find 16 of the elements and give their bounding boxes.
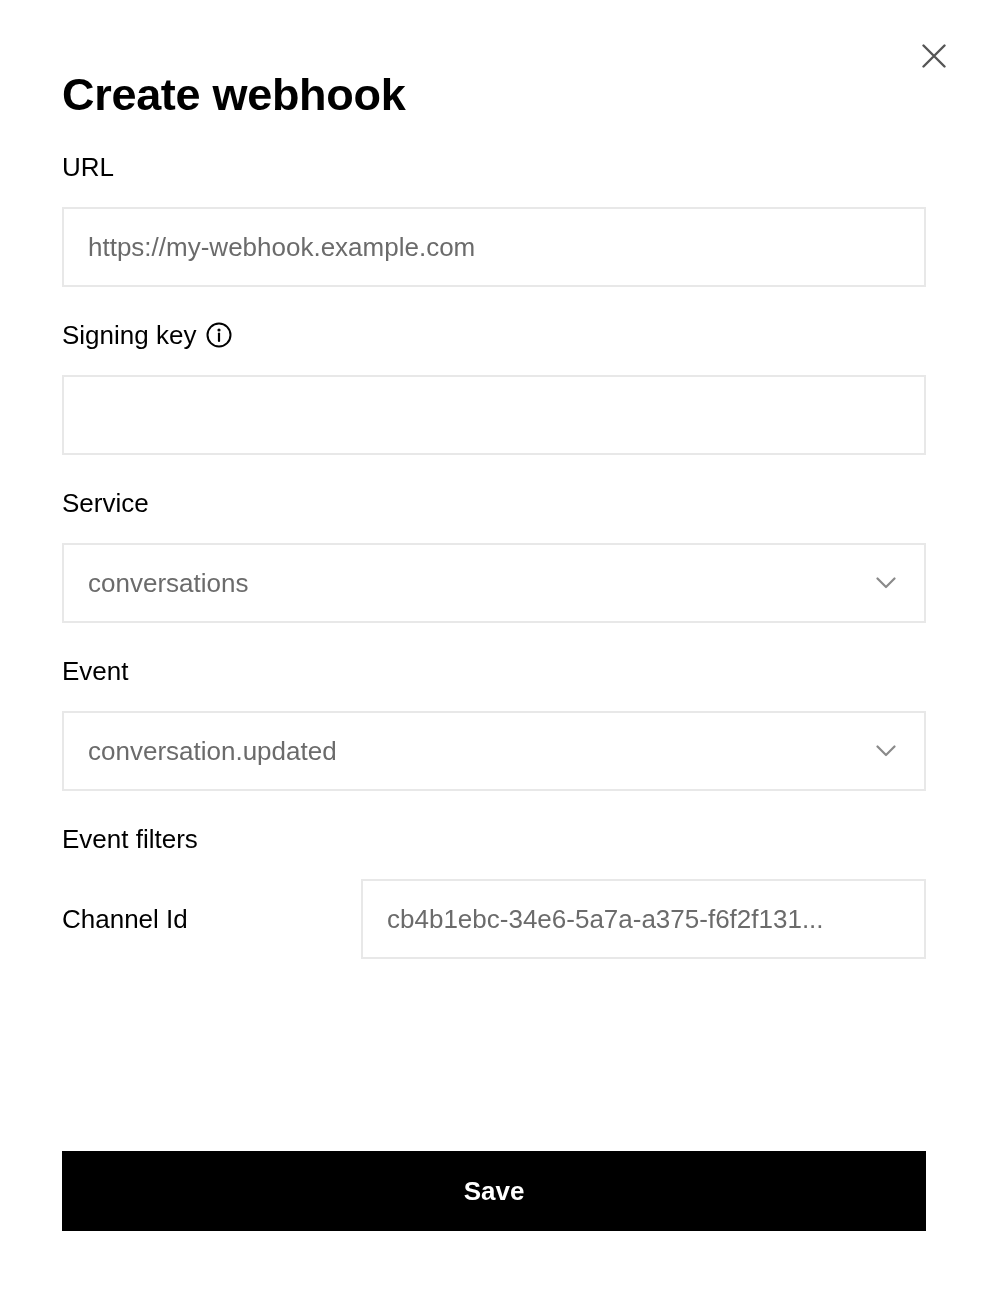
input-field[interactable]: https://my-webhook.example.com	[62, 207, 926, 287]
section-heading: Event filters	[62, 823, 198, 855]
input-field[interactable]: cb4b1ebc-34e6-5a7a-a375-f6f2f131...	[361, 879, 926, 959]
close-icon[interactable]	[922, 44, 946, 68]
dialog-title: Create webhook	[62, 69, 406, 121]
field-label: Service	[62, 487, 149, 519]
field-label: Signing key	[62, 319, 197, 351]
field-label: URL	[62, 151, 114, 183]
select-field[interactable]: conversation.updated	[62, 711, 926, 791]
info-icon[interactable]	[206, 322, 233, 348]
filter-label: Channel Id	[62, 903, 188, 935]
save-button[interactable]: Save	[62, 1151, 926, 1231]
chevron-down-icon	[876, 745, 896, 757]
select-field[interactable]: conversations	[62, 543, 926, 623]
chevron-down-icon	[876, 577, 896, 589]
field-label: Event	[62, 655, 129, 687]
